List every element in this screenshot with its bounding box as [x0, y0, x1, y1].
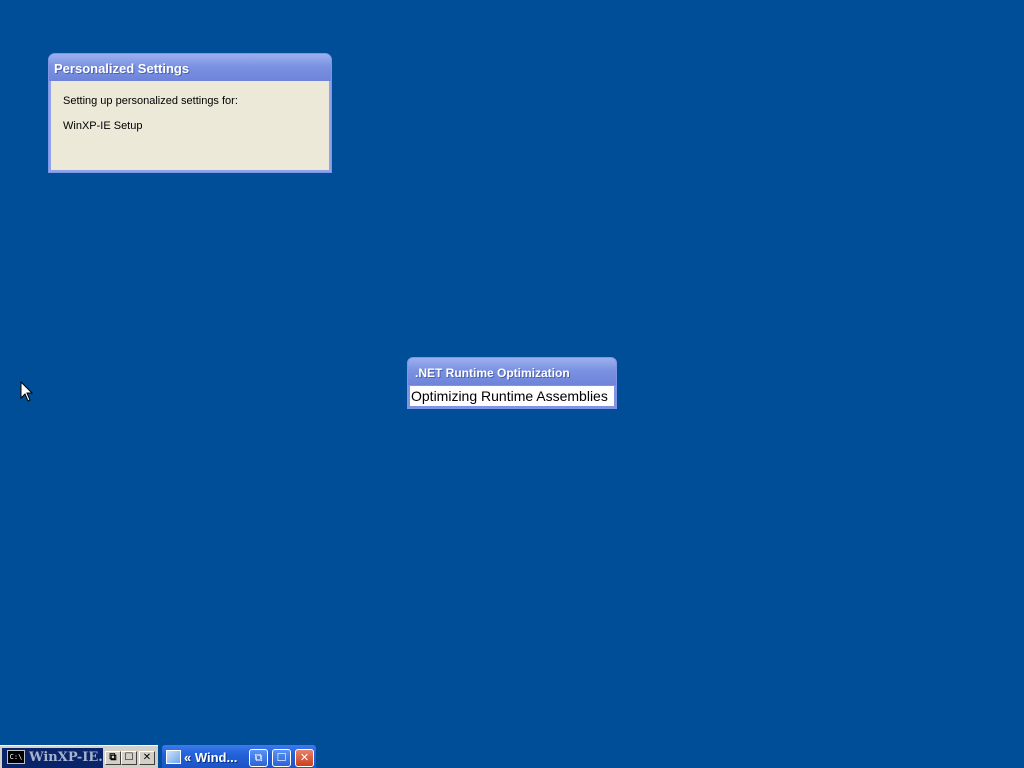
personalized-settings-target: WinXP-IE Setup [63, 120, 143, 132]
personalized-settings-title: Personalized Settings [49, 54, 331, 81]
net-runtime-optimization-status: Optimizing Runtime Assemblies [410, 386, 614, 406]
window-maximize-button[interactable]: ☐ [272, 749, 291, 767]
arrow-cursor-icon [20, 381, 34, 402]
window-close-button[interactable]: ✕ [295, 749, 314, 767]
cmd-maximize-button[interactable]: ☐ [121, 751, 137, 765]
taskbar-button-cmd-label: WinXP-IE... [29, 750, 103, 765]
taskbar-button-cmd-label-area[interactable]: C:\ WinXP-IE... [2, 748, 103, 768]
taskbar-button-cmd[interactable]: C:\ WinXP-IE... ⧉ ☐ ✕ [0, 745, 158, 768]
personalized-settings-body: Setting up personalized settings for: Wi… [49, 81, 331, 172]
window-icon [166, 749, 181, 764]
net-runtime-optimization-title: .NET Runtime Optimization [408, 358, 616, 385]
command-prompt-icon: C:\ [7, 749, 25, 764]
personalized-settings-message: Setting up personalized settings for: [63, 95, 238, 107]
taskbar-button-window-label: « Wind... [184, 750, 238, 765]
desktop: Personalized Settings Setting up persona… [0, 0, 1024, 768]
window-restore-button[interactable]: ⧉ [249, 749, 268, 767]
cmd-restore-button[interactable]: ⧉ [105, 751, 121, 765]
personalized-settings-window: Personalized Settings Setting up persona… [48, 53, 332, 173]
taskbar-button-window-label-area[interactable]: « Wind... [166, 745, 237, 768]
net-runtime-optimization-window: .NET Runtime Optimization Optimizing Run… [407, 357, 617, 409]
cmd-close-button[interactable]: ✕ [139, 751, 155, 765]
taskbar-button-window[interactable]: « Wind... ⧉ ☐ ✕ [162, 745, 316, 768]
